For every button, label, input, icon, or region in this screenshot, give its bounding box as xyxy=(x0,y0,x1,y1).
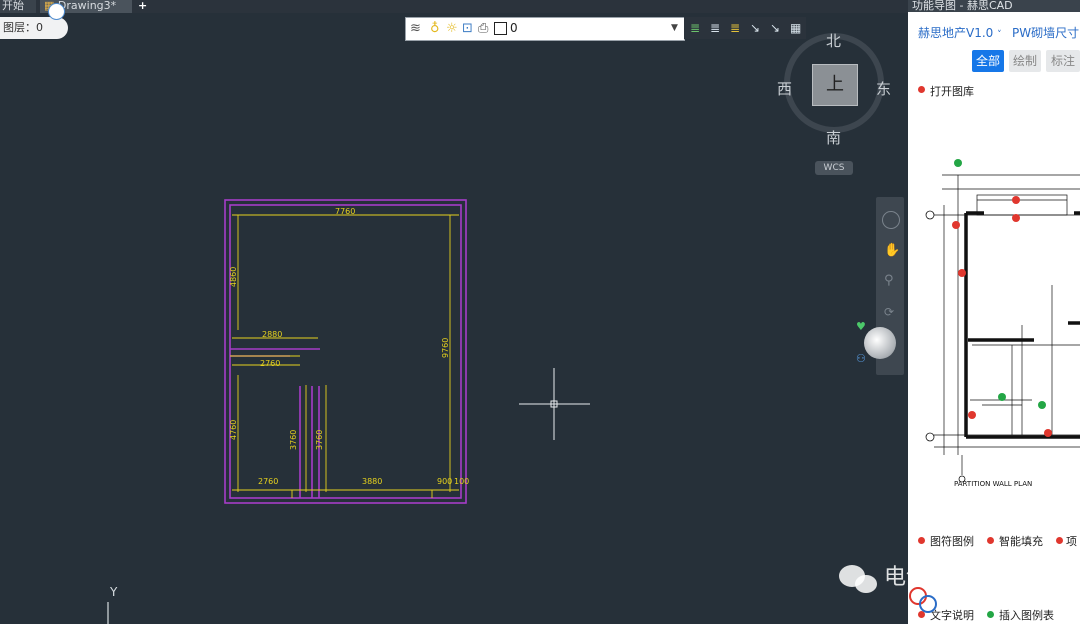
compass-east[interactable]: 东 xyxy=(876,78,891,99)
document-tab-bar xyxy=(0,0,908,13)
zoom-icon[interactable]: ⚲ xyxy=(884,273,894,288)
plan-preview-image[interactable]: PARTITION WALL PLAN xyxy=(922,155,1080,500)
wechat-logo xyxy=(839,565,877,593)
red-dot-icon xyxy=(987,537,994,544)
layer-color-swatch[interactable] xyxy=(494,22,507,35)
layer-name-value: 0 xyxy=(510,21,518,35)
legend-symbols-link[interactable]: 图符图例 xyxy=(930,533,974,549)
layer-refresh-icon[interactable] xyxy=(48,3,65,20)
people-icon: ⚇ xyxy=(856,352,866,365)
layer-previous-icon[interactable]: ≣ xyxy=(710,21,720,35)
dim-bottom-left: 2760 xyxy=(258,477,278,486)
dim-right-height: 9760 xyxy=(441,338,450,358)
dim-inner-right: 3760 xyxy=(315,430,324,450)
tab-dimension[interactable]: 标注 xyxy=(1046,50,1080,72)
layer-isolate-icon[interactable]: ≣ xyxy=(730,21,740,35)
layer-indicator-label: 图层：0 xyxy=(3,21,43,34)
orbit-icon[interactable]: ⟳ xyxy=(884,305,894,319)
red-dot-icon xyxy=(918,537,925,544)
layer-toolbar[interactable]: ≋ ♁ ☼ ⊡ ⎙ 0 ▼ xyxy=(405,17,685,41)
layer-properties-icon[interactable]: ≋ xyxy=(410,21,421,36)
dim-bottom-end: 100 xyxy=(454,477,469,486)
layer-unisolate-icon[interactable]: ↘ xyxy=(750,21,760,35)
red-dot-icon xyxy=(918,86,925,93)
pan-hand-icon[interactable]: ✋ xyxy=(884,243,900,258)
wall-outlines xyxy=(224,199,467,504)
layer-plot-icon[interactable]: ⎙ xyxy=(478,21,488,36)
tab-draw[interactable]: 绘制 xyxy=(1009,50,1041,72)
tab-all[interactable]: 全部 xyxy=(972,50,1004,72)
compass-south[interactable]: 南 xyxy=(826,127,841,148)
watermark: 电气知识课堂 筑龙教育社区 xyxy=(839,565,1030,613)
heart-icon: ♥ xyxy=(856,320,866,333)
crosshair-cursor xyxy=(519,368,590,440)
dim-left-lower: 4760 xyxy=(229,420,238,440)
ucs-y-label: Y xyxy=(109,585,118,599)
dim-partition-top: 2880 xyxy=(262,330,282,339)
preview-title: PARTITION WALL PLAN xyxy=(954,480,1032,488)
tab-drawing-label: Drawing3* xyxy=(57,0,117,12)
dim-left-upper: 4860 xyxy=(229,267,238,287)
layer-lock-icon[interactable]: ⊡ xyxy=(462,21,473,36)
version-selector-label: 赫思地产V1.0 xyxy=(918,26,994,40)
drawing-canvas[interactable]: 7760 4860 2880 2760 9760 4760 3760 3760 … xyxy=(0,40,905,624)
dim-bottom-middle: 3880 xyxy=(362,477,382,486)
smart-fill-link[interactable]: 智能填充 xyxy=(999,533,1043,549)
compass-north[interactable]: 北 xyxy=(826,30,841,51)
dim-top-width: 7760 xyxy=(335,207,355,216)
drawing-type-selector[interactable]: PW砌墙尺寸图 xyxy=(1012,24,1080,41)
layer-match-icon[interactable]: ≣ xyxy=(690,21,700,35)
dim-partition-bottom: 2760 xyxy=(260,359,280,368)
brand-logo xyxy=(909,587,937,613)
panel-title: 功能导图 - 赫思CAD xyxy=(908,0,1080,12)
layer-indicator[interactable]: 图层：0 xyxy=(0,17,68,39)
red-dot-icon xyxy=(1056,537,1063,544)
new-tab-button[interactable]: + xyxy=(138,0,147,13)
wcs-menu[interactable]: WCS xyxy=(815,161,853,175)
dim-inner-left: 3760 xyxy=(289,430,298,450)
layer-walk-icon[interactable]: ▦ xyxy=(790,21,801,35)
item-link[interactable]: 项 xyxy=(1066,533,1077,549)
showmotion-ball-icon[interactable] xyxy=(864,327,896,359)
version-selector[interactable]: 赫思地产V1.0 ˅ xyxy=(918,24,1002,41)
layer-tools-toolbar: ≣ ≣ ≣ ↘ ↘ ▦ xyxy=(684,17,806,39)
layer-on-bulb-icon[interactable]: ♁ xyxy=(430,21,440,36)
layer-freeze-sun-icon[interactable]: ☼ xyxy=(446,21,458,36)
open-library-link[interactable]: 打开图库 xyxy=(930,83,974,99)
chevron-down-icon[interactable]: ▼ xyxy=(671,23,678,33)
dimension-text: 7760 4860 2880 2760 9760 4760 3760 3760 … xyxy=(229,207,469,486)
tab-start[interactable]: 开始 xyxy=(0,0,36,13)
chevron-down-icon: ˅ xyxy=(997,30,1002,40)
viewcube-top-face[interactable]: 上 xyxy=(812,64,858,106)
brand-text: 筑龙教育社区 xyxy=(940,582,1030,600)
function-map-panel: 功能导图 - 赫思CAD 赫思地产V1.0 ˅ PW砌墙尺寸图 全部 绘制 标注… xyxy=(908,0,1080,624)
dim-bottom-door: 900 xyxy=(437,477,452,486)
steering-wheel-icon[interactable] xyxy=(882,211,900,229)
compass-west[interactable]: 西 xyxy=(777,78,792,99)
layer-off-icon[interactable]: ↘ xyxy=(770,21,780,35)
